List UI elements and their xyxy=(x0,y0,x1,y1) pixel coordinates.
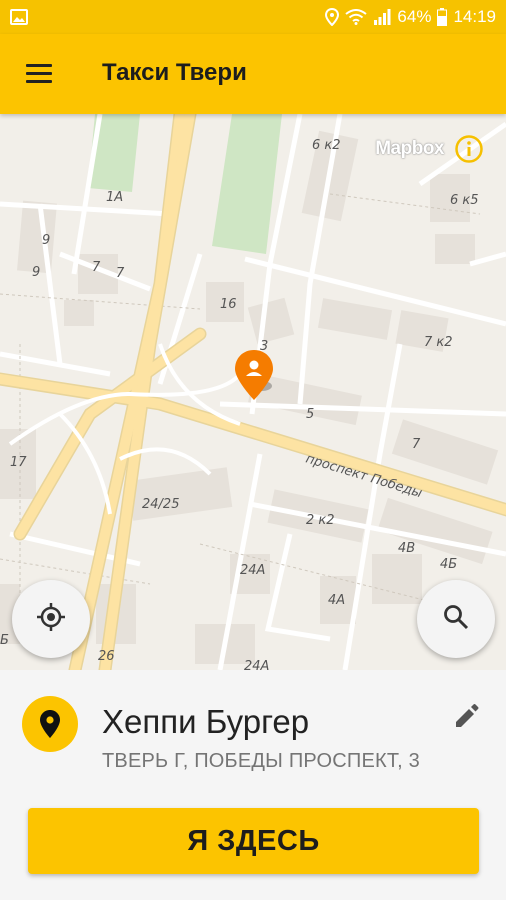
info-icon[interactable] xyxy=(454,134,484,164)
building-label: 24А xyxy=(244,659,269,670)
map-view[interactable]: 6 к2 1А 9 9 7 7 16 3 7 к2 6 к5 5 7 17 24… xyxy=(0,114,506,670)
my-location-icon xyxy=(35,601,67,638)
signal-icon xyxy=(373,9,391,25)
battery-icon xyxy=(437,8,448,26)
app-title: Такси Твери xyxy=(102,59,247,86)
building-label: 24/25 xyxy=(142,497,179,512)
location-icon xyxy=(325,8,340,26)
user-pin-icon[interactable] xyxy=(232,348,276,402)
building-label: 5 xyxy=(306,407,314,422)
battery-percent: 64% xyxy=(397,7,432,26)
clock: 14:19 xyxy=(453,7,496,26)
building-label: 6 к2 xyxy=(312,138,341,153)
destination-panel: Хеппи Бургер ТВЕРЬ Г, ПОБЕДЫ ПРОСПЕКТ, 3… xyxy=(0,670,506,900)
building-label: 9 xyxy=(42,233,50,248)
image-icon xyxy=(10,9,28,30)
building-label: 16 xyxy=(220,297,237,312)
building-label: 7 xyxy=(412,437,421,452)
hamburger-menu-icon[interactable] xyxy=(22,60,58,88)
place-address: ТВЕРЬ Г, ПОБЕДЫ ПРОСПЕКТ, 3 xyxy=(102,750,420,772)
building-label: 4В xyxy=(398,541,415,556)
place-pin-icon xyxy=(22,696,78,752)
building-label: 4Б xyxy=(440,557,457,572)
search-icon xyxy=(442,603,470,636)
wifi-icon xyxy=(345,9,368,25)
building-label: 6 к5 xyxy=(450,193,479,208)
building-label: 9 xyxy=(32,265,40,280)
status-bar: 64% 14:19 xyxy=(0,0,506,34)
place-name: Хеппи Бургер xyxy=(102,703,310,740)
app-bar: Такси Твери xyxy=(0,34,506,114)
mapbox-logo: Mapbox xyxy=(375,138,444,159)
building-label: 26 xyxy=(98,649,115,664)
im-here-button[interactable]: Я ЗДЕСЬ xyxy=(28,808,479,874)
building-label: 7 xyxy=(92,260,101,275)
search-button[interactable] xyxy=(417,580,495,658)
building-label: 17 xyxy=(10,455,27,470)
building-label: 24А xyxy=(240,563,265,578)
building-label: 1А xyxy=(106,190,123,205)
building-label: Б xyxy=(0,633,9,648)
building-label: 4А xyxy=(328,593,345,608)
building-label: 7 xyxy=(116,266,125,281)
building-label: 2 к2 xyxy=(306,513,335,528)
street-label: проспект Победы xyxy=(304,451,424,501)
my-location-button[interactable] xyxy=(12,580,90,658)
building-label: 7 к2 xyxy=(424,335,453,350)
pencil-icon[interactable] xyxy=(450,700,486,736)
